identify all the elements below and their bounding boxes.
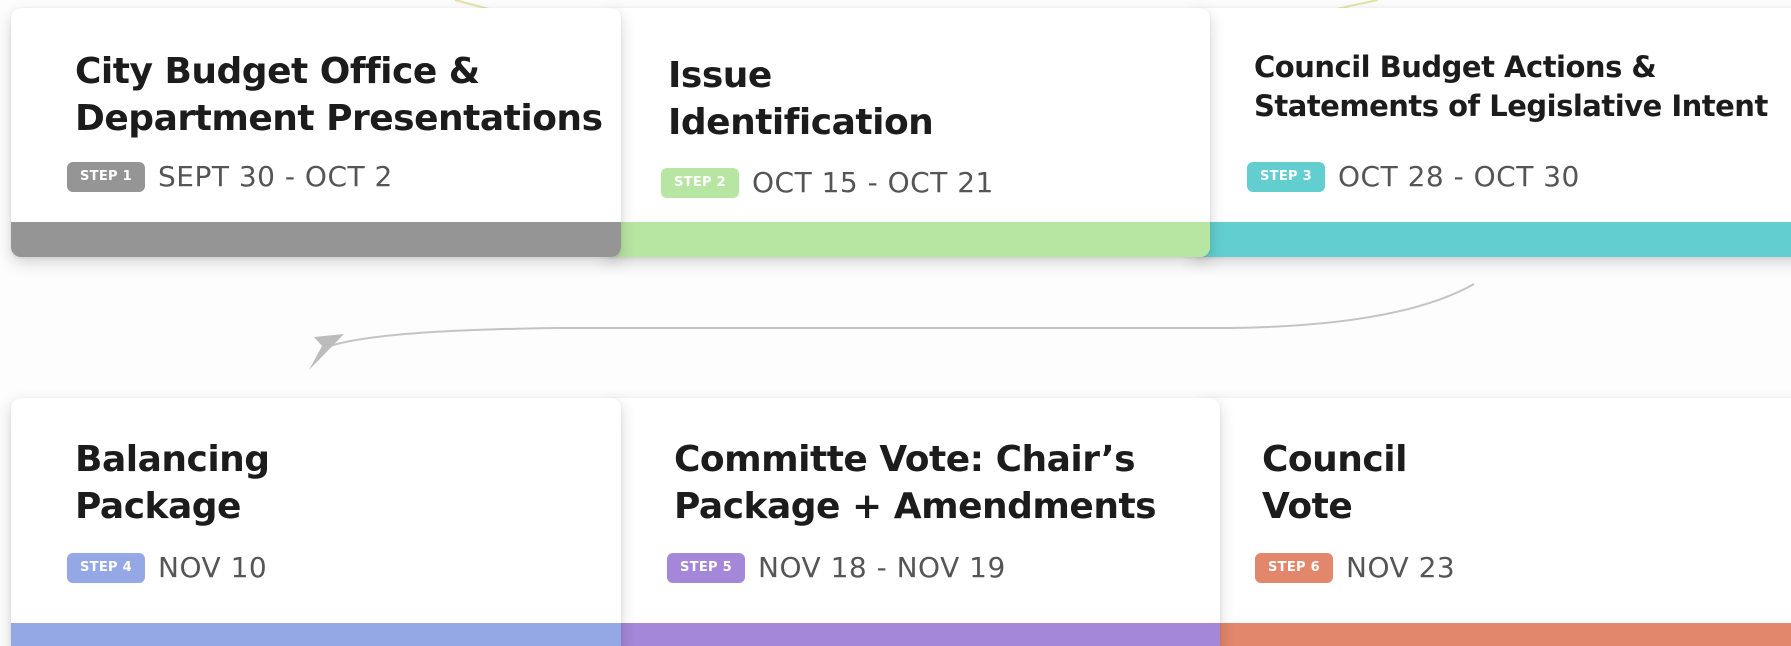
step-color-bar — [605, 222, 1210, 257]
step-badge: STEP 3 — [1247, 161, 1326, 192]
step-badge: STEP 5 — [667, 552, 746, 583]
step-color-bar — [11, 623, 621, 646]
step-meta: STEP 6 NOV 23 — [1255, 551, 1455, 584]
connector-arrowhead — [309, 334, 344, 370]
step-meta: STEP 4 NOV 10 — [67, 551, 267, 584]
step-dates: NOV 18 - NOV 19 — [758, 551, 1006, 584]
budget-timeline: City Budget Office & Department Presenta… — [0, 0, 1791, 646]
step-dates: SEPT 30 - OCT 2 — [158, 160, 393, 193]
step-title: Council Vote — [1262, 439, 1407, 527]
step-card-3: Council Budget Actions & Statements of L… — [1192, 8, 1791, 257]
step-meta: STEP 5 NOV 18 - NOV 19 — [667, 551, 1006, 584]
step-title: Committe Vote: Chair’s Package + Amendme… — [674, 439, 1157, 527]
step-meta: STEP 1 SEPT 30 - OCT 2 — [67, 160, 393, 193]
step-card-2: Issue Identification STEP 2 OCT 15 - OCT… — [605, 8, 1210, 257]
step-badge: STEP 6 — [1255, 552, 1334, 583]
step-card-4: Balancing Package STEP 4 NOV 10 — [11, 398, 621, 646]
step-dates: OCT 28 - OCT 30 — [1338, 160, 1580, 193]
step-meta: STEP 2 OCT 15 - OCT 21 — [661, 166, 994, 199]
step-badge: STEP 1 — [67, 161, 146, 192]
step-color-bar — [11, 222, 621, 257]
step-meta: STEP 3 OCT 28 - OCT 30 — [1247, 160, 1580, 193]
connector-step3-to-step4 — [329, 283, 1475, 347]
step-dates: NOV 10 — [158, 551, 268, 584]
step-color-bar — [605, 623, 1220, 646]
step-card-5: Committe Vote: Chair’s Package + Amendme… — [605, 398, 1220, 646]
step-badge: STEP 4 — [67, 552, 146, 583]
step-title: Balancing Package — [75, 439, 270, 527]
step-badge: STEP 2 — [661, 167, 740, 198]
step-color-bar — [1192, 222, 1791, 257]
step-card-1: City Budget Office & Department Presenta… — [11, 8, 621, 257]
step-title: Council Budget Actions & Statements of L… — [1254, 50, 1768, 123]
step-color-bar — [1202, 623, 1791, 646]
step-title: City Budget Office & Department Presenta… — [75, 51, 603, 139]
step-dates: NOV 23 — [1346, 551, 1456, 584]
step-title: Issue Identification — [668, 55, 934, 143]
step-dates: OCT 15 - OCT 21 — [752, 166, 994, 199]
step-card-6: Council Vote STEP 6 NOV 23 — [1202, 398, 1791, 646]
